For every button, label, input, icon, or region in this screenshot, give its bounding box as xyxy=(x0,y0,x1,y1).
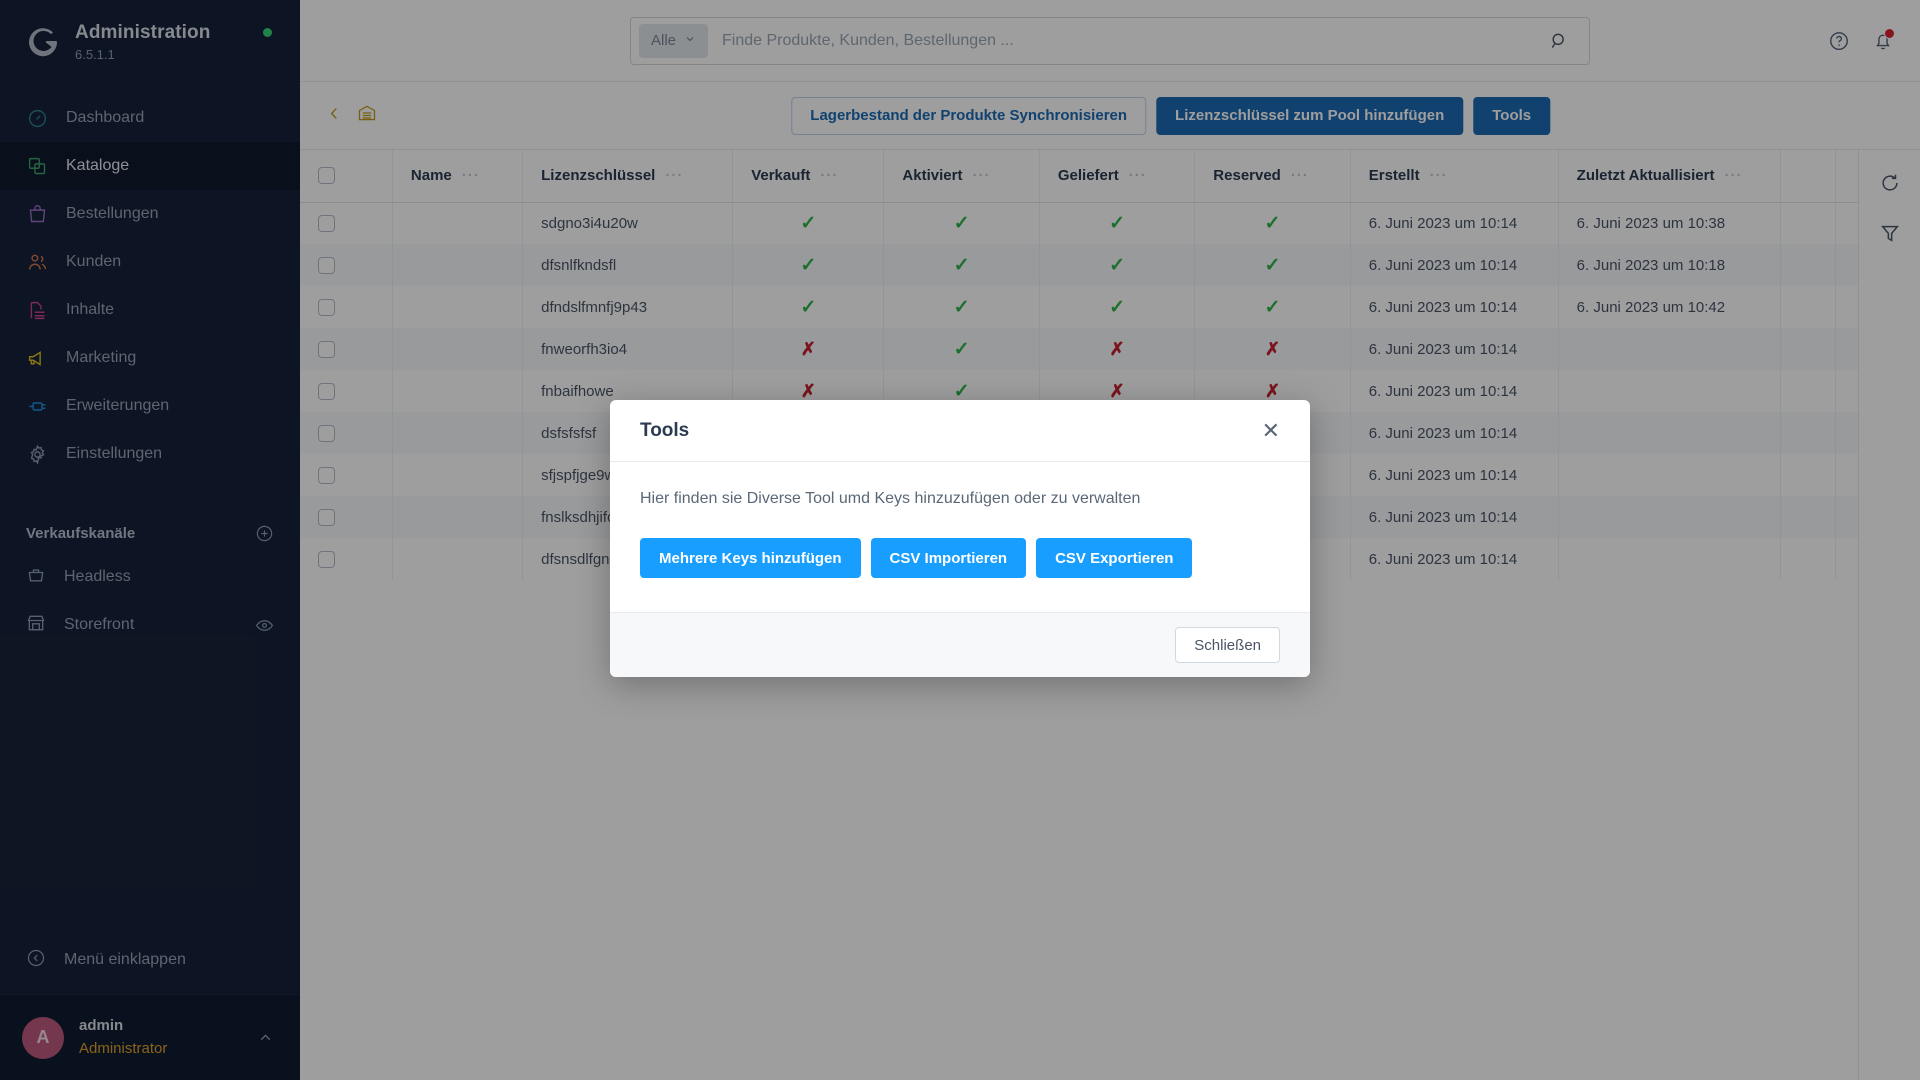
app-root: Administration 6.5.1.1 Dashboard Katalog… xyxy=(0,0,1920,1080)
modal-title: Tools xyxy=(640,419,690,441)
modal-footer: Schließen xyxy=(610,612,1310,677)
modal-body: Hier finden sie Diverse Tool umd Keys hi… xyxy=(610,462,1310,612)
csv-import-button[interactable]: CSV Importieren xyxy=(870,538,1027,578)
modal-close-button[interactable]: Schließen xyxy=(1175,627,1280,663)
tools-modal: Tools ✕ Hier finden sie Diverse Tool umd… xyxy=(610,400,1310,677)
csv-export-button[interactable]: CSV Exportieren xyxy=(1036,538,1193,578)
close-icon[interactable]: ✕ xyxy=(1262,419,1280,442)
modal-actions: Mehrere Keys hinzufügen CSV Importieren … xyxy=(640,538,1280,578)
modal-header: Tools ✕ xyxy=(610,400,1310,462)
modal-description: Hier finden sie Diverse Tool umd Keys hi… xyxy=(640,490,1141,507)
add-multiple-keys-button[interactable]: Mehrere Keys hinzufügen xyxy=(640,538,861,578)
